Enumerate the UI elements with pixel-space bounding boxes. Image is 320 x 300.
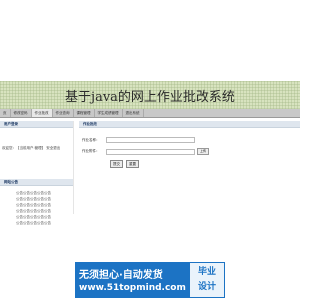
form-row-name: 作业名称： xyxy=(79,137,300,143)
field2-label: 作业附件： xyxy=(82,149,100,153)
notice-panel-title: 网站公告 xyxy=(0,179,73,186)
user-info: 欢迎您：【当前用户:管理】 安全退出 xyxy=(2,146,61,150)
nav-item[interactable]: 退出系统 xyxy=(123,109,144,117)
main-panel: 作业批改 作业名称： 作业附件： 上传 提交 重置 xyxy=(79,121,300,214)
attachment-input[interactable] xyxy=(106,148,195,155)
watermark-slogan: 无须担心·自动发货 xyxy=(79,270,163,281)
field1-label: 作业名称： xyxy=(82,137,100,142)
nav-item[interactable]: 页 xyxy=(0,109,11,117)
user-panel-title: 用户登录 xyxy=(0,121,73,128)
nav-item[interactable]: 学生成绩管理 xyxy=(95,109,123,117)
form-buttons: 提交 重置 xyxy=(110,160,300,168)
reset-button[interactable]: 重置 xyxy=(126,160,139,168)
upload-button[interactable]: 上传 xyxy=(197,148,209,155)
watermark-badge: 毕业 设计 xyxy=(189,262,225,298)
form-row-file: 作业附件： 上传 xyxy=(79,148,300,155)
header-banner: 基于java的网上作业批改系统 xyxy=(0,81,300,109)
sidebar: 用户登录 欢迎您：【当前用户:管理】 安全退出 网站公告 公告公告公告公告公告公… xyxy=(0,121,74,225)
notice-list: 公告公告公告公告公告 公告公告公告公告公告 公告公告公告公告公告 公告公告公告公告公告… xyxy=(0,186,73,226)
nav-item[interactable]: 修改密码 xyxy=(11,109,32,117)
nav-bar: 页修改密码 作业批改 作业查询 课程管理 学生成绩管理 退出系统 xyxy=(0,109,300,118)
nav-item[interactable]: 课程管理 xyxy=(74,109,95,117)
submit-button[interactable]: 提交 xyxy=(110,160,123,168)
nav-item[interactable]: 作业批改 xyxy=(31,109,53,117)
form-panel-title: 作业批改 xyxy=(79,121,300,128)
watermark-banner: 无须担心·自动发货 www.51topmind.com 毕业 设计 xyxy=(75,262,225,298)
page-title: 基于java的网上作业批改系统 xyxy=(65,90,235,105)
nav-item[interactable]: 作业查询 xyxy=(53,109,74,117)
badge-line1: 毕业 xyxy=(197,267,216,277)
watermark-url: www.51topmind.com xyxy=(79,283,186,293)
badge-line2: 设计 xyxy=(197,282,216,292)
assignment-name-input[interactable] xyxy=(106,137,195,143)
notice-link[interactable]: 公告公告公告公告公告 xyxy=(16,220,73,226)
